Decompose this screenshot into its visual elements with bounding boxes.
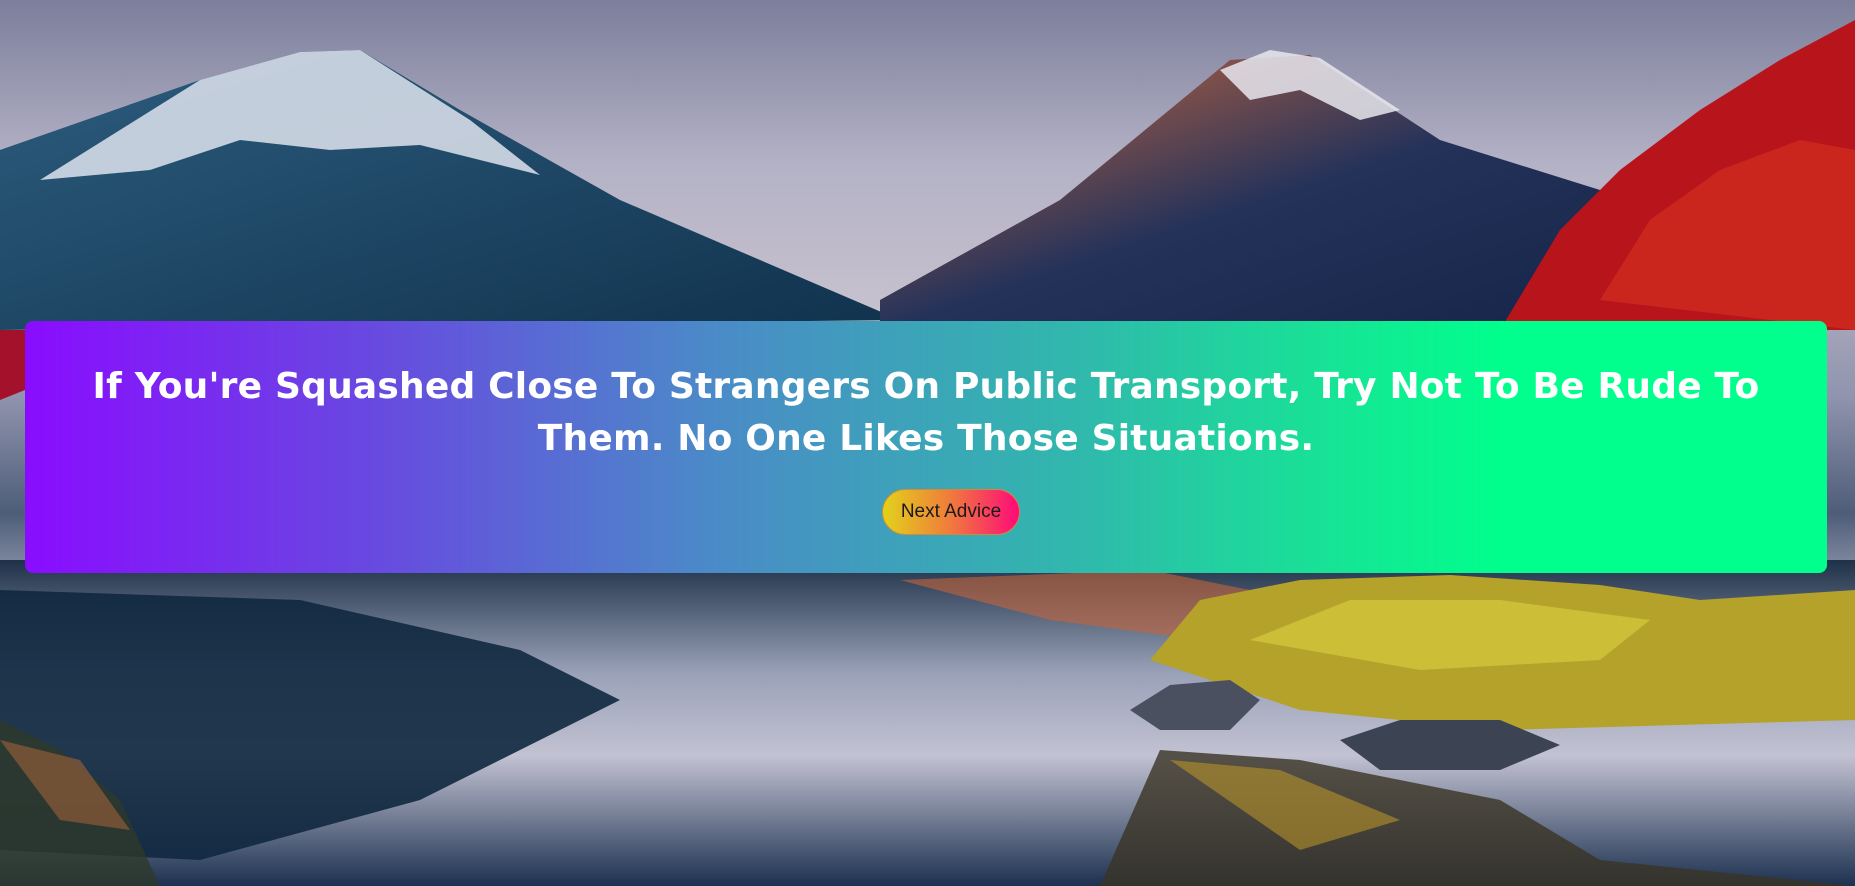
advice-text: If You're Squashed Close To Strangers On… (92, 366, 1760, 459)
page-background: If You're Squashed Close To Strangers On… (0, 0, 1855, 886)
next-advice-button[interactable]: Next Advice (882, 489, 1020, 535)
advice-card: If You're Squashed Close To Strangers On… (25, 321, 1827, 573)
